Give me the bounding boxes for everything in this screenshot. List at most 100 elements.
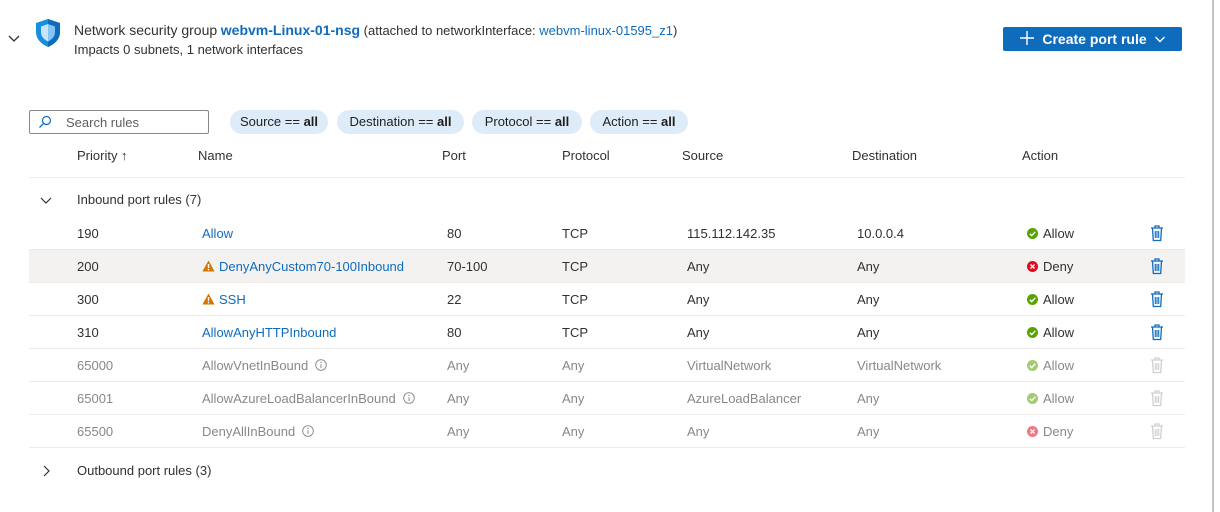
delete-rule-trash-icon[interactable] xyxy=(1149,257,1165,275)
rule-action-text: Allow xyxy=(1043,292,1075,307)
rule-destination: Any xyxy=(857,391,879,406)
rule-source: Any xyxy=(687,325,709,340)
chevron-right-icon[interactable] xyxy=(39,464,53,478)
rule-name[interactable]: DenyAnyCustom70-100Inbound xyxy=(202,259,404,274)
delete-rule-trash-icon[interactable] xyxy=(1149,224,1165,242)
rule-source-text: VirtualNetwork xyxy=(687,358,772,373)
rule-source-text: Any xyxy=(687,325,710,340)
rule-protocol: Any xyxy=(562,424,584,439)
rule-protocol-text: TCP xyxy=(562,226,588,241)
delete-rule-trash-icon xyxy=(1149,356,1165,374)
network-interface-link[interactable]: webvm-linux-01595_z1 xyxy=(539,23,673,38)
collapse-chevron-icon[interactable] xyxy=(6,30,22,46)
filter-pill-destination[interactable]: Destination == all xyxy=(337,110,464,134)
rule-port-text: Any xyxy=(447,391,470,406)
rule-name-text: DenyAllInBound xyxy=(202,424,296,439)
rule-action-text: Deny xyxy=(1043,259,1074,274)
column-header-destination[interactable]: Destination xyxy=(852,148,917,163)
attached-suffix: ) xyxy=(672,23,678,38)
column-header-priority[interactable]: Priority ↑ xyxy=(77,148,128,163)
column-header-source[interactable]: Source xyxy=(682,148,723,163)
rule-destination: 10.0.0.4 xyxy=(857,226,904,241)
filter-operator: == xyxy=(532,114,555,129)
rule-name-text: AllowVnetInBound xyxy=(202,358,309,373)
column-header-name[interactable]: Name xyxy=(198,148,233,163)
table-row[interactable]: 310 AllowAnyHTTPInbound 80 TCP Any Any Allow xyxy=(29,316,1185,349)
rule-protocol: TCP xyxy=(562,292,588,307)
rule-name[interactable]: Allow xyxy=(202,226,233,241)
table-row[interactable]: 65000 AllowVnetInBound Any Any VirtualNetwor… xyxy=(29,349,1185,382)
nsg-name-link[interactable]: webvm-Linux-01-nsg xyxy=(221,22,360,38)
rule-destination-text: 10.0.0.4 xyxy=(857,226,904,241)
rule-source: Any xyxy=(687,259,709,274)
table-row[interactable]: 300 SSH 22 TCP Any Any Allow xyxy=(29,283,1185,316)
warning-icon xyxy=(202,293,215,305)
search-rules-input[interactable] xyxy=(66,113,202,131)
search-rules-box[interactable] xyxy=(29,110,209,134)
rule-action-text: Allow xyxy=(1043,226,1075,241)
rule-name-text[interactable]: AllowAnyHTTPInbound xyxy=(202,325,336,340)
rule-source: VirtualNetwork xyxy=(687,358,771,373)
panel-right-border xyxy=(1212,0,1214,512)
rule-port: 80 xyxy=(447,325,461,340)
table-row[interactable]: 65001 AllowAzureLoadBalancerInBound Any Any… xyxy=(29,382,1185,415)
filter-pill-protocol[interactable]: Protocol == all xyxy=(472,110,582,134)
rule-priority-text: 200 xyxy=(77,259,99,274)
rule-name: AllowAzureLoadBalancerInBound xyxy=(202,391,415,406)
column-header-port[interactable]: Port xyxy=(442,148,466,163)
rule-source: AzureLoadBalancer xyxy=(687,391,801,406)
rule-port-text: 80 xyxy=(447,325,462,340)
filter-key: Protocol xyxy=(484,114,533,129)
outbound-group-header[interactable]: Outbound port rules (3) xyxy=(29,456,1185,486)
inbound-group-label: Inbound port rules (7) xyxy=(77,192,202,207)
table-row[interactable]: 190 Allow 80 TCP 115.112.142.35 10.0.0.4 Allow xyxy=(29,217,1185,250)
table-row[interactable]: 65500 DenyAllInBound Any Any Any Any Deny xyxy=(29,415,1185,448)
info-icon[interactable] xyxy=(402,392,415,404)
allow-status-icon xyxy=(1027,359,1038,371)
rule-source: Any xyxy=(687,424,709,439)
rule-name[interactable]: AllowAnyHTTPInbound xyxy=(202,325,336,340)
filter-pill-action[interactable]: Action == all xyxy=(590,110,688,134)
rule-destination: Any xyxy=(857,292,879,307)
rule-name-text[interactable]: Allow xyxy=(202,226,233,241)
create-port-rule-button[interactable]: Create port rule xyxy=(1003,27,1182,51)
rule-priority: 190 xyxy=(77,226,99,241)
create-port-rule-label: Create port rule xyxy=(1042,31,1147,47)
rule-protocol: Any xyxy=(562,358,584,373)
table-row[interactable]: 200 DenyAnyCustom70-100Inbound 70-100 TCP An… xyxy=(29,250,1185,283)
rule-name: DenyAllInBound xyxy=(202,424,314,439)
rule-destination: Any xyxy=(857,259,879,274)
rule-name[interactable]: SSH xyxy=(202,292,246,307)
filter-operator: == xyxy=(281,114,304,129)
info-icon[interactable] xyxy=(302,425,314,437)
rule-name-text[interactable]: SSH xyxy=(219,292,246,307)
rule-port-text: Any xyxy=(447,424,470,439)
column-header-protocol[interactable]: Protocol xyxy=(562,148,610,163)
column-header-action[interactable]: Action xyxy=(1022,148,1058,163)
rule-protocol: TCP xyxy=(562,259,588,274)
chevron-down-icon[interactable] xyxy=(39,193,53,207)
rule-name-text: AllowAzureLoadBalancerInBound xyxy=(202,391,396,406)
rule-action: Deny xyxy=(1027,424,1073,439)
rule-port: Any xyxy=(447,424,469,439)
rule-protocol-text: TCP xyxy=(562,325,588,340)
inbound-group-header[interactable]: Inbound port rules (7) xyxy=(29,185,1185,215)
rule-action: Allow xyxy=(1027,292,1074,307)
filter-value: all xyxy=(554,114,570,129)
rule-priority: 65001 xyxy=(77,391,113,406)
delete-rule-trash-icon[interactable] xyxy=(1149,290,1165,308)
deny-status-icon xyxy=(1027,425,1038,437)
filter-key: Action xyxy=(602,114,639,129)
rule-priority-text: 310 xyxy=(77,325,99,340)
filter-pill-source[interactable]: Source == all xyxy=(230,110,328,134)
delete-rule-trash-icon[interactable] xyxy=(1149,323,1165,341)
rule-action-text: Deny xyxy=(1043,424,1074,439)
plus-icon xyxy=(1019,30,1035,46)
rule-name-text[interactable]: DenyAnyCustom70-100Inbound xyxy=(219,259,404,274)
rule-source-text: Any xyxy=(687,292,710,307)
rule-destination-text: Any xyxy=(857,325,880,340)
filter-operator: == xyxy=(414,114,437,129)
info-icon[interactable] xyxy=(315,359,328,371)
rule-port-text: 80 xyxy=(447,226,462,241)
rule-protocol-text: Any xyxy=(562,358,585,373)
